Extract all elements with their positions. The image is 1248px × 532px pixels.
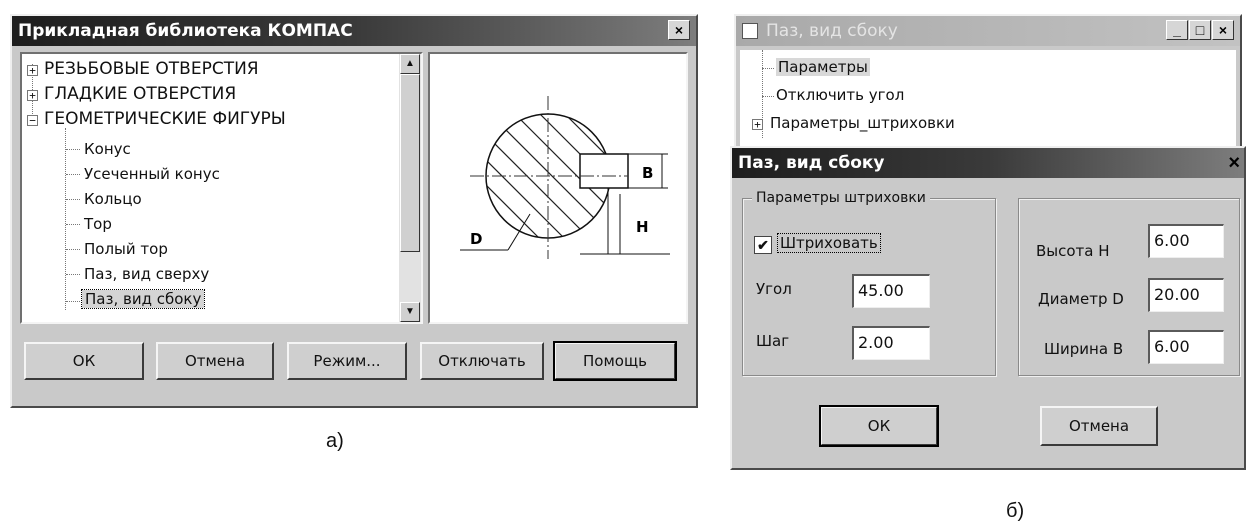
tree-item-disable-angle[interactable]: Отключить угол xyxy=(776,86,904,104)
slot-side-view-drawing: B H D xyxy=(460,96,670,259)
maximize-icon[interactable]: □ xyxy=(1189,20,1211,40)
collapse-geometry-icon[interactable]: − xyxy=(27,115,38,126)
figure-preview: B H D xyxy=(428,52,688,324)
tree-item-cone[interactable]: Конус xyxy=(84,140,131,158)
height-field[interactable]: 6.00 xyxy=(1148,224,1224,258)
library-dialog: Прикладная библиотека КОМПАС × + РЕЗЬБОВ… xyxy=(10,14,698,408)
hatch-checkbox-label[interactable]: Штриховать xyxy=(777,233,881,253)
step-label: Шаг xyxy=(756,332,790,350)
library-tree-view[interactable]: + РЕЗЬБОВЫЕ ОТВЕРСТИЯ + ГЛАДКИЕ ОТВЕРСТИ… xyxy=(20,52,423,324)
disable-button[interactable]: Отключать xyxy=(420,342,544,380)
library-dialog-title: Прикладная библиотека КОМПАС xyxy=(12,16,696,46)
expand-hatch-params-icon[interactable]: + xyxy=(752,119,763,130)
caption-b: б) xyxy=(1006,500,1025,522)
height-label: Высота Н xyxy=(1036,242,1110,260)
label-d: D xyxy=(470,230,482,248)
caption-a: а) xyxy=(326,430,344,452)
diameter-label: Диаметр D xyxy=(1038,290,1124,308)
window-app-icon xyxy=(742,23,758,39)
width-field[interactable]: 6.00 xyxy=(1148,330,1224,364)
tree-item-truncated-cone[interactable]: Усеченный конус xyxy=(84,165,220,183)
cancel-button[interactable]: Отмена xyxy=(156,342,274,380)
tree-item-hatch-parameters[interactable]: Параметры_штриховки xyxy=(770,114,955,132)
help-button[interactable]: Помощь xyxy=(553,341,677,381)
dialog-cancel-button[interactable]: Отмена xyxy=(1040,406,1158,446)
parameters-tree[interactable]: Параметры Отключить угол + Параметры_штр… xyxy=(740,50,1236,150)
step-field[interactable]: 2.00 xyxy=(852,326,930,360)
hatch-params-group-title: Параметры штриховки xyxy=(752,190,930,206)
scroll-up-icon[interactable]: ▲ xyxy=(400,54,420,74)
slot-side-view-window: Паз, вид сбоку _ □ × Параметры Отключить… xyxy=(734,14,1242,154)
minimize-icon[interactable]: _ xyxy=(1166,20,1188,40)
tree-item-hollow-torus[interactable]: Полый тор xyxy=(84,240,168,258)
expand-smooth-icon[interactable]: + xyxy=(27,90,38,101)
expand-threaded-icon[interactable]: + xyxy=(27,65,38,76)
checkmark-icon: ✔ xyxy=(757,237,769,253)
slot-window-title: Паз, вид сбоку xyxy=(736,16,1240,46)
label-b: B xyxy=(642,164,653,182)
slot-parameters-dialog: Паз, вид сбоку × Параметры штриховки ✔ Ш… xyxy=(730,146,1246,470)
tree-item-torus[interactable]: Тор xyxy=(84,215,112,233)
tree-group-threaded-holes[interactable]: РЕЗЬБОВЫЕ ОТВЕРСТИЯ xyxy=(44,59,259,79)
tree-group-smooth-holes[interactable]: ГЛАДКИЕ ОТВЕРСТИЯ xyxy=(44,84,236,104)
scroll-down-icon[interactable]: ▼ xyxy=(400,302,420,322)
close-icon[interactable]: × xyxy=(668,20,690,40)
tree-scrollbar[interactable]: ▲ ▼ xyxy=(399,54,421,322)
scroll-thumb[interactable] xyxy=(400,74,420,252)
window-close-icon[interactable]: × xyxy=(1212,20,1234,40)
tree-item-ring[interactable]: Кольцо xyxy=(84,190,142,208)
diameter-field[interactable]: 20.00 xyxy=(1148,278,1224,312)
dialog-close-icon[interactable]: × xyxy=(1228,152,1240,175)
angle-label: Угол xyxy=(756,280,792,298)
tree-item-parameters[interactable]: Параметры xyxy=(776,58,870,76)
tree-item-slot-side-view[interactable]: Паз, вид сбоку xyxy=(80,289,206,309)
slot-window-title-text: Паз, вид сбоку xyxy=(766,21,898,41)
hatch-checkbox[interactable]: ✔ xyxy=(754,236,772,254)
tree-group-geometric-figures[interactable]: ГЕОМЕТРИЧЕСКИЕ ФИГУРЫ xyxy=(44,109,286,129)
mode-button[interactable]: Режим... xyxy=(287,342,407,380)
dialog-ok-button[interactable]: ОК xyxy=(819,405,939,447)
label-h: H xyxy=(636,218,649,236)
angle-field[interactable]: 45.00 xyxy=(852,274,930,308)
width-label: Ширина В xyxy=(1044,340,1124,358)
slot-dialog-title: Паз, вид сбоку xyxy=(732,148,1244,178)
ok-button[interactable]: ОК xyxy=(24,342,144,380)
tree-item-slot-top-view[interactable]: Паз, вид сверху xyxy=(84,265,209,283)
